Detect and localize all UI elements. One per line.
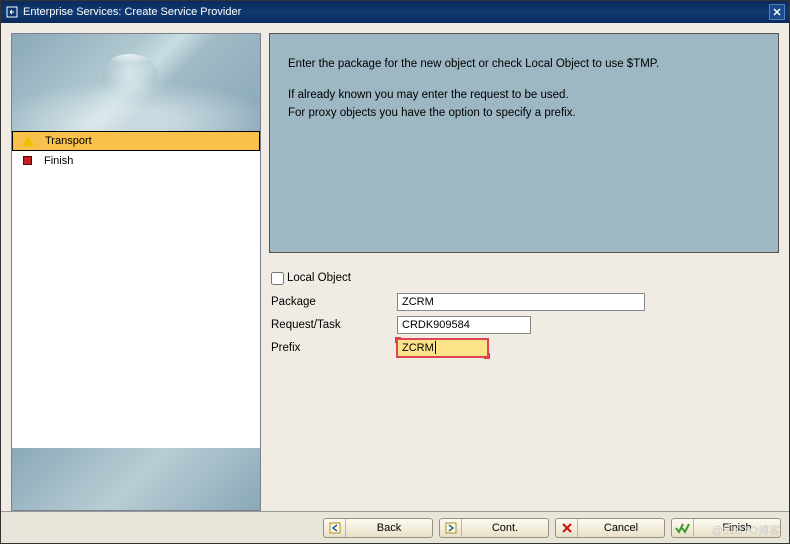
button-label: Back (346, 522, 432, 534)
back-icon (324, 519, 346, 537)
left-pane: Transport Finish (11, 33, 261, 511)
prefix-label: Prefix (271, 342, 397, 354)
step-finish[interactable]: Finish (12, 151, 260, 171)
window-title: Enterprise Services: Create Service Prov… (23, 6, 769, 18)
local-object-checkbox[interactable] (271, 272, 284, 285)
package-row: Package (271, 291, 777, 313)
right-pane: Enter the package for the new object or … (269, 33, 779, 511)
request-input[interactable] (397, 316, 531, 334)
instruction-line: For proxy objects you have the option to… (288, 105, 760, 122)
package-label: Package (271, 296, 397, 308)
warning-triangle-icon (21, 134, 35, 148)
cancel-icon (556, 519, 578, 537)
instruction-line: If already known you may enter the reque… (288, 87, 760, 104)
dialog-body: Transport Finish Enter the package for t… (1, 23, 789, 511)
close-button[interactable] (769, 4, 785, 20)
instruction-line: Enter the package for the new object or … (288, 56, 760, 73)
step-label: Transport (45, 135, 92, 147)
banner-image-top (12, 34, 260, 131)
continue-button[interactable]: Cont. (439, 518, 549, 538)
prefix-row: Prefix (271, 337, 777, 359)
step-list: Transport Finish (12, 131, 260, 448)
button-label: Finish (694, 522, 780, 534)
local-object-row: Local Object (271, 267, 777, 289)
form-area: Local Object Package Request/Task Prefix (269, 253, 779, 374)
step-transport[interactable]: Transport (12, 131, 260, 151)
button-bar: Back Cont. Cancel Finish (1, 511, 789, 543)
window-icon (5, 5, 19, 19)
titlebar: Enterprise Services: Create Service Prov… (1, 1, 789, 23)
instruction-box: Enter the package for the new object or … (269, 33, 779, 253)
button-label: Cont. (462, 522, 548, 534)
prefix-input[interactable] (397, 339, 488, 357)
continue-icon (440, 519, 462, 537)
finish-icon (672, 519, 694, 537)
cancel-button[interactable]: Cancel (555, 518, 665, 538)
wizard-window: Enterprise Services: Create Service Prov… (0, 0, 790, 544)
finish-square-icon (20, 154, 34, 168)
text-caret (435, 341, 436, 354)
finish-button[interactable]: Finish (671, 518, 781, 538)
request-row: Request/Task (271, 314, 777, 336)
close-icon (773, 8, 781, 16)
step-label: Finish (44, 155, 73, 167)
local-object-label: Local Object (287, 272, 351, 284)
request-label: Request/Task (271, 319, 397, 331)
banner-image-bottom (12, 448, 260, 510)
package-input[interactable] (397, 293, 645, 311)
button-label: Cancel (578, 522, 664, 534)
back-button[interactable]: Back (323, 518, 433, 538)
